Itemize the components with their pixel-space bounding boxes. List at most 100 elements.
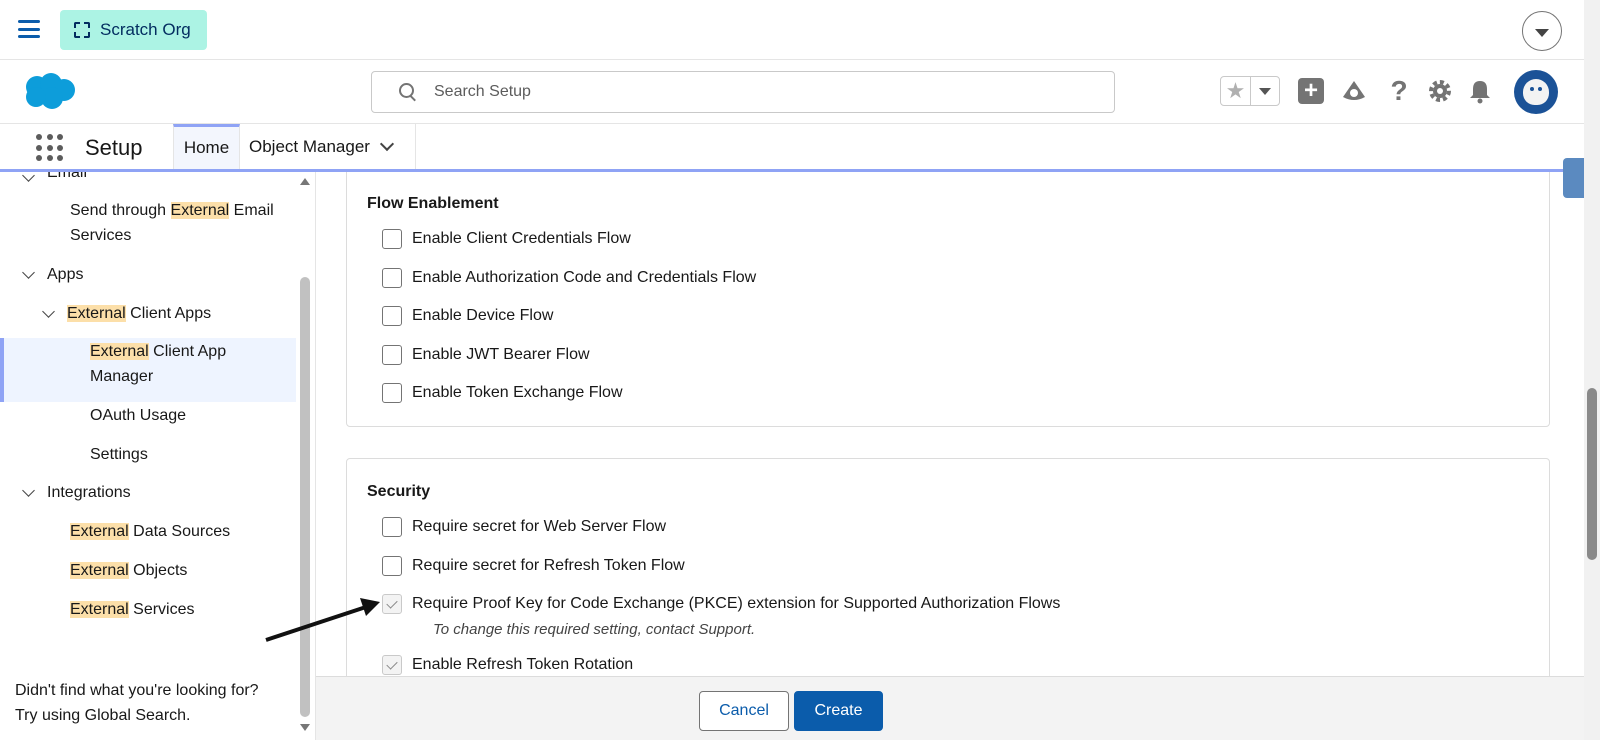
chevron-down-icon[interactable] <box>22 172 35 182</box>
search-highlight: External <box>70 601 129 618</box>
sidebar-footer-line2: Try using Global Search. <box>15 707 191 724</box>
label-part: Email <box>229 202 274 219</box>
org-name: Scratch Org <box>100 20 191 39</box>
tree-item-settings[interactable]: Settings <box>90 442 148 467</box>
search-highlight: External <box>70 523 129 540</box>
option-label: Require secret for Refresh Token Flow <box>412 557 685 574</box>
help-icon[interactable]: ? <box>1386 75 1412 106</box>
org-badge: Scratch Org <box>60 10 207 50</box>
favorites-dropdown[interactable] <box>1251 77 1279 105</box>
chevron-down-icon[interactable] <box>42 305 55 318</box>
salesforce-logo <box>26 73 75 109</box>
favorites-group: ★ <box>1220 76 1280 106</box>
label-part: Data Sources <box>128 523 231 540</box>
chevron-down-icon <box>1535 28 1549 37</box>
pkce-help-text: To change this required setting, contact… <box>433 621 756 638</box>
star-icon[interactable]: ★ <box>1221 77 1251 105</box>
tree-item-external-client-apps[interactable]: External Client Apps <box>67 301 211 326</box>
tree-item-external-data-sources[interactable]: External Data Sources <box>70 519 230 544</box>
tree-item-oauth-usage[interactable]: OAuth Usage <box>90 403 186 428</box>
trailhead-icon[interactable] <box>1341 78 1367 104</box>
chevron-down-icon[interactable] <box>22 484 35 497</box>
option-label: Enable Client Credentials Flow <box>412 230 631 247</box>
checkbox[interactable] <box>382 556 402 576</box>
global-header: ★ + ? <box>0 60 1584 124</box>
checkbox[interactable] <box>382 229 402 249</box>
search-input[interactable] <box>434 83 1054 101</box>
option-client-credentials[interactable]: Enable Client Credentials Flow <box>382 229 631 249</box>
option-token-exchange[interactable]: Enable Token Exchange Flow <box>382 383 623 403</box>
option-refresh-token-rotation: Enable Refresh Token Rotation <box>382 655 633 675</box>
tree-item-external-services[interactable]: External Services <box>70 597 195 622</box>
page-scrollbar[interactable] <box>1584 0 1600 740</box>
footer-bar: Cancel Create <box>316 676 1584 740</box>
checkbox[interactable] <box>382 345 402 365</box>
search-icon <box>396 80 420 104</box>
option-label: Enable Refresh Token Rotation <box>412 656 634 673</box>
option-label: Enable JWT Bearer Flow <box>412 346 590 363</box>
chevron-down-icon <box>1259 87 1271 95</box>
tab-home[interactable]: Home <box>173 124 240 169</box>
gear-icon[interactable] <box>1427 78 1453 104</box>
checkbox[interactable] <box>382 517 402 537</box>
search-box[interactable] <box>371 71 1115 113</box>
scroll-down-icon[interactable] <box>300 724 310 731</box>
app-nav-bar: Setup Home Object Manager <box>0 124 1584 172</box>
tab-object-manager[interactable]: Object Manager <box>240 124 416 169</box>
tree-item-email[interactable]: Email <box>47 172 87 185</box>
option-auth-code-credentials[interactable]: Enable Authorization Code and Credential… <box>382 268 756 288</box>
tree-item-external-client-app-manager[interactable]: External Client App Manager <box>90 339 226 389</box>
tree-item-send-through-external[interactable]: Send through External Email Services <box>70 198 274 248</box>
page-scroll-thumb[interactable] <box>1587 388 1597 560</box>
checkbox-checked-disabled <box>382 655 402 675</box>
cancel-button[interactable]: Cancel <box>699 691 789 731</box>
checkbox[interactable] <box>382 306 402 326</box>
top-bar: Scratch Org <box>0 0 1584 60</box>
chevron-down-icon[interactable] <box>22 266 35 279</box>
app-launcher-icon[interactable] <box>36 134 64 162</box>
side-panel-handle[interactable] <box>1563 158 1584 198</box>
sidebar-footer: Didn't find what you're looking for? Try… <box>15 678 295 728</box>
option-label: Require Proof Key for Code Exchange (PKC… <box>412 595 1061 612</box>
sidebar-footer-line1: Didn't find what you're looking for? <box>15 682 259 699</box>
tree-item-apps[interactable]: Apps <box>47 262 83 287</box>
option-pkce: Require Proof Key for Code Exchange (PKC… <box>382 594 1060 614</box>
flow-enablement-title: Flow Enablement <box>367 195 499 212</box>
menu-icon[interactable] <box>18 20 40 38</box>
bell-icon[interactable] <box>1467 78 1493 104</box>
flow-enablement-card: Flow Enablement Enable Client Credential… <box>346 172 1550 427</box>
option-jwt-bearer[interactable]: Enable JWT Bearer Flow <box>382 345 590 365</box>
avatar[interactable] <box>1514 70 1558 114</box>
label-part: Manager <box>90 368 154 385</box>
tree-item-external-objects[interactable]: External Objects <box>70 558 187 583</box>
tab-object-manager-label: Object Manager <box>249 136 370 156</box>
annotation-arrow-icon <box>265 598 380 642</box>
option-label: Require secret for Web Server Flow <box>412 518 667 535</box>
search-highlight: External <box>90 343 149 360</box>
option-label: Enable Authorization Code and Credential… <box>412 269 757 286</box>
org-icon <box>74 22 90 38</box>
plus-icon[interactable]: + <box>1298 78 1324 104</box>
chevron-down-icon[interactable] <box>379 136 395 152</box>
search-highlight: External <box>67 305 126 322</box>
app-name: Setup <box>85 135 143 160</box>
option-secret-refresh-token[interactable]: Require secret for Refresh Token Flow <box>382 556 685 576</box>
option-label: Enable Token Exchange Flow <box>412 384 623 401</box>
label-part: Services <box>70 227 132 244</box>
tree-item-integrations[interactable]: Integrations <box>47 480 131 505</box>
checkbox[interactable] <box>382 268 402 288</box>
main-content: Flow Enablement Enable Client Credential… <box>316 172 1584 740</box>
avatar-face-icon <box>1523 79 1549 105</box>
checkbox[interactable] <box>382 383 402 403</box>
scroll-up-icon[interactable] <box>300 178 310 185</box>
sidebar-scroll-thumb[interactable] <box>300 277 310 717</box>
option-secret-web-server[interactable]: Require secret for Web Server Flow <box>382 517 666 537</box>
search-highlight: External <box>70 562 129 579</box>
create-button[interactable]: Create <box>794 691 883 731</box>
label-part: Client Apps <box>125 305 212 322</box>
search-highlight: External <box>170 202 230 219</box>
option-device-flow[interactable]: Enable Device Flow <box>382 306 553 326</box>
label-part: Services <box>128 601 195 618</box>
label-part: Send through <box>70 202 171 219</box>
top-dropdown-button[interactable] <box>1522 11 1562 51</box>
